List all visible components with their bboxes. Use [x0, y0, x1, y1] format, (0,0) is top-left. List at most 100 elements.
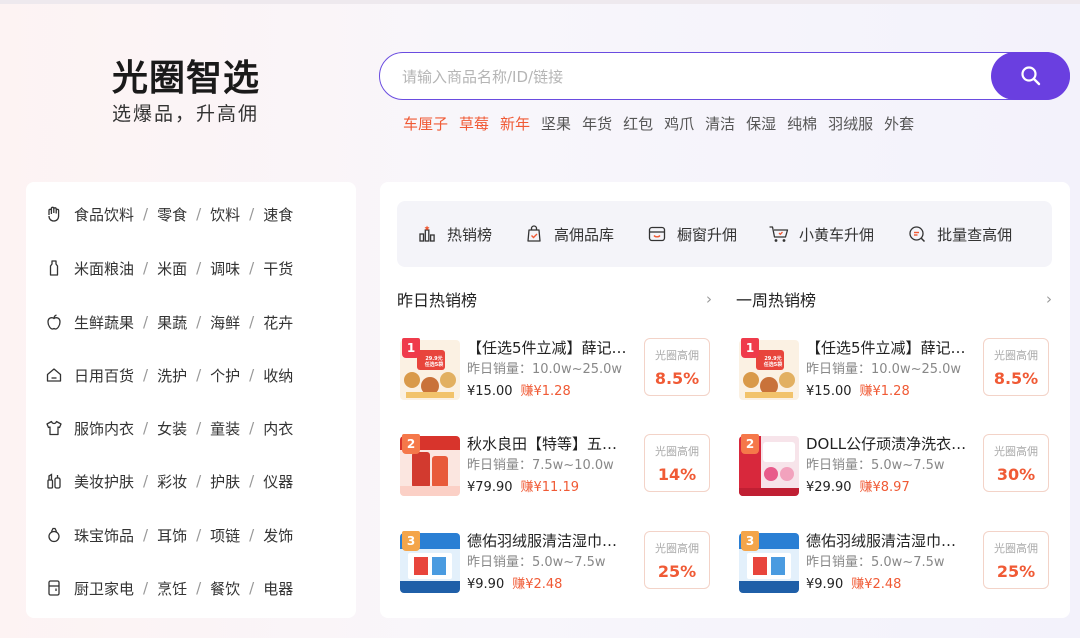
tab-window-upgrade[interactable]: 橱窗升佣 — [646, 223, 737, 245]
separator: / — [196, 526, 202, 544]
category-row-clothing: 服饰内衣 / 女装 / 童装 / 内衣 — [44, 416, 293, 440]
product-sales: 昨日销量：5.0w~7.5w — [806, 555, 945, 570]
hotword[interactable]: 红包 — [623, 113, 653, 134]
product-item[interactable]: 3 德佑羽绒服清洁湿巾免水洗 昨日销量：5.0w~7.5w ¥9.90 赚¥2.4… — [739, 531, 1049, 595]
chevron-right-icon[interactable]: › — [706, 290, 712, 308]
product-price-line: ¥15.00 赚¥1.28 — [806, 384, 910, 400]
category-main[interactable]: 米面粮油 — [74, 258, 134, 279]
category-main[interactable]: 珠宝饰品 — [74, 525, 134, 546]
hotword[interactable]: 新年 — [500, 113, 530, 134]
search-input[interactable] — [402, 63, 982, 91]
product-item[interactable]: 3 德佑羽绒服清洁湿巾免水洗 昨日销量：5.0w~7.5w ¥9.90 赚¥2.4… — [400, 531, 710, 595]
product-name[interactable]: 秋水良田【特等】五常大米 — [467, 434, 629, 454]
hotword[interactable]: 鸡爪 — [664, 113, 694, 134]
category-sub[interactable]: 米面 — [157, 258, 187, 279]
weekly-ranking-header[interactable]: 一周热销榜 › — [736, 288, 1052, 310]
separator: / — [196, 259, 202, 277]
home-icon — [44, 365, 64, 385]
category-sub[interactable]: 果蔬 — [157, 312, 187, 333]
hotword[interactable]: 坚果 — [541, 113, 571, 134]
category-sub[interactable]: 洗护 — [157, 365, 187, 386]
product-item[interactable]: 2 秋水良田【特等】五常大米 昨日销量：7.5w~10.0w ¥79.90 赚¥1… — [400, 434, 710, 498]
tab-cart-upgrade[interactable]: 小黄车升佣 — [768, 223, 874, 245]
category-main[interactable]: 日用百货 — [74, 365, 134, 386]
separator: / — [249, 472, 255, 490]
product-price: ¥9.90 — [467, 577, 505, 592]
logo-slogan: 选爆品，升高佣 — [112, 103, 260, 125]
category-sub[interactable]: 童装 — [210, 418, 240, 439]
separator: / — [143, 205, 149, 223]
category-sub[interactable]: 海鲜 — [210, 312, 240, 333]
hotword[interactable]: 羽绒服 — [828, 113, 873, 134]
category-sub[interactable]: 干货 — [263, 258, 293, 279]
separator: / — [196, 472, 202, 490]
category-main[interactable]: 美妆护肤 — [74, 471, 134, 492]
category-sub[interactable]: 发饰 — [263, 525, 293, 546]
product-name[interactable]: 德佑羽绒服清洁湿巾免水洗 — [467, 531, 629, 551]
category-main[interactable]: 厨卫家电 — [74, 578, 134, 599]
rank-badge: 2 — [402, 434, 420, 454]
commission-rate-box: 光圈高佣 25% — [983, 531, 1049, 589]
category-sub[interactable]: 饮料 — [210, 204, 240, 225]
commission-rate: 8.5% — [654, 369, 700, 388]
category-sub[interactable]: 餐饮 — [210, 578, 240, 599]
tab-high-commission-library[interactable]: 高佣品库 — [523, 223, 614, 245]
category-panel: 食品饮料 / 零食 / 饮料 / 速食 米面粮油 / 米面 / 调味 / 干货 生鲜蔬果 / … — [26, 182, 356, 618]
hotword[interactable]: 车厘子 — [403, 113, 448, 134]
category-sub[interactable]: 仪器 — [263, 471, 293, 492]
category-sub[interactable]: 零食 — [157, 204, 187, 225]
category-sub[interactable]: 花卉 — [263, 312, 293, 333]
search-button[interactable] — [991, 52, 1070, 100]
product-name[interactable]: 德佑羽绒服清洁湿巾免水洗 — [806, 531, 968, 551]
hotword[interactable]: 纯棉 — [787, 113, 817, 134]
hotword[interactable]: 年货 — [582, 113, 612, 134]
yesterday-ranking-header[interactable]: 昨日热销榜 › — [397, 288, 712, 310]
category-sub[interactable]: 烹饪 — [157, 578, 187, 599]
separator: / — [249, 366, 255, 384]
chart-icon — [416, 223, 438, 245]
category-sub[interactable]: 电器 — [263, 578, 293, 599]
hotword[interactable]: 外套 — [884, 113, 914, 134]
commission-rate: 25% — [657, 562, 697, 581]
category-sub[interactable]: 收纳 — [263, 365, 293, 386]
category-sub[interactable]: 彩妆 — [157, 471, 187, 492]
product-item[interactable]: 29.9元 任选5袋 1 【任选5件立减】薛记炒货坚果零食 昨日销量：10.0w… — [400, 338, 710, 402]
category-sub[interactable]: 速食 — [263, 204, 293, 225]
category-sub[interactable]: 护肤 — [210, 471, 240, 492]
commission-label: 光圈高佣 — [655, 349, 699, 362]
commission-rate-box: 光圈高佣 14% — [644, 434, 710, 492]
jewelry-icon — [44, 525, 64, 545]
hotword[interactable]: 草莓 — [459, 113, 489, 134]
logo[interactable]: 光圈智选 选爆品，升高佣 — [112, 58, 302, 126]
product-sales: 昨日销量：10.0w~25.0w — [806, 362, 962, 377]
commission-rate-box: 光圈高佣 8.5% — [644, 338, 710, 396]
product-name[interactable]: 【任选5件立减】薛记炒货坚果零食 — [467, 338, 629, 358]
tab-label: 橱窗升佣 — [677, 225, 738, 244]
product-name[interactable]: DOLL公仔顽渍净洗衣凝珠 — [806, 434, 968, 454]
product-price: ¥15.00 — [467, 384, 513, 399]
category-sub[interactable]: 个护 — [210, 365, 240, 386]
commission-rate: 14% — [657, 465, 697, 484]
search-bar — [379, 52, 1070, 100]
category-main[interactable]: 生鲜蔬果 — [74, 312, 134, 333]
hotword[interactable]: 清洁 — [705, 113, 735, 134]
category-main[interactable]: 食品饮料 — [74, 204, 134, 225]
tab-hot-sales[interactable]: 热销榜 — [416, 223, 492, 245]
rank-badge: 1 — [402, 338, 420, 358]
separator: / — [249, 526, 255, 544]
product-item[interactable]: 29.9元 任选5袋 1 【任选5件立减】薛记炒货坚果零食 昨日销量：10.0w… — [739, 338, 1049, 402]
category-sub[interactable]: 调味 — [210, 258, 240, 279]
main-panel: 热销榜 高佣品库 橱窗升佣 小黄车升佣 批量查高佣 昨日热销榜 › 29.9元 … — [380, 182, 1070, 618]
product-name[interactable]: 【任选5件立减】薛记炒货坚果零食 — [806, 338, 968, 358]
hotword[interactable]: 保湿 — [746, 113, 776, 134]
category-sub[interactable]: 内衣 — [263, 418, 293, 439]
tab-batch-query[interactable]: 批量查高佣 — [906, 223, 1012, 245]
category-sub[interactable]: 项链 — [210, 525, 240, 546]
tab-label: 高佣品库 — [554, 225, 615, 244]
category-sub[interactable]: 耳饰 — [157, 525, 187, 546]
category-main[interactable]: 服饰内衣 — [74, 418, 134, 439]
category-sub[interactable]: 女装 — [157, 418, 187, 439]
product-item[interactable]: 2 DOLL公仔顽渍净洗衣凝珠 昨日销量：5.0w~7.5w ¥29.90 赚¥8… — [739, 434, 1049, 498]
chevron-right-icon[interactable]: › — [1046, 290, 1052, 308]
commission-label: 光圈高佣 — [994, 445, 1038, 458]
